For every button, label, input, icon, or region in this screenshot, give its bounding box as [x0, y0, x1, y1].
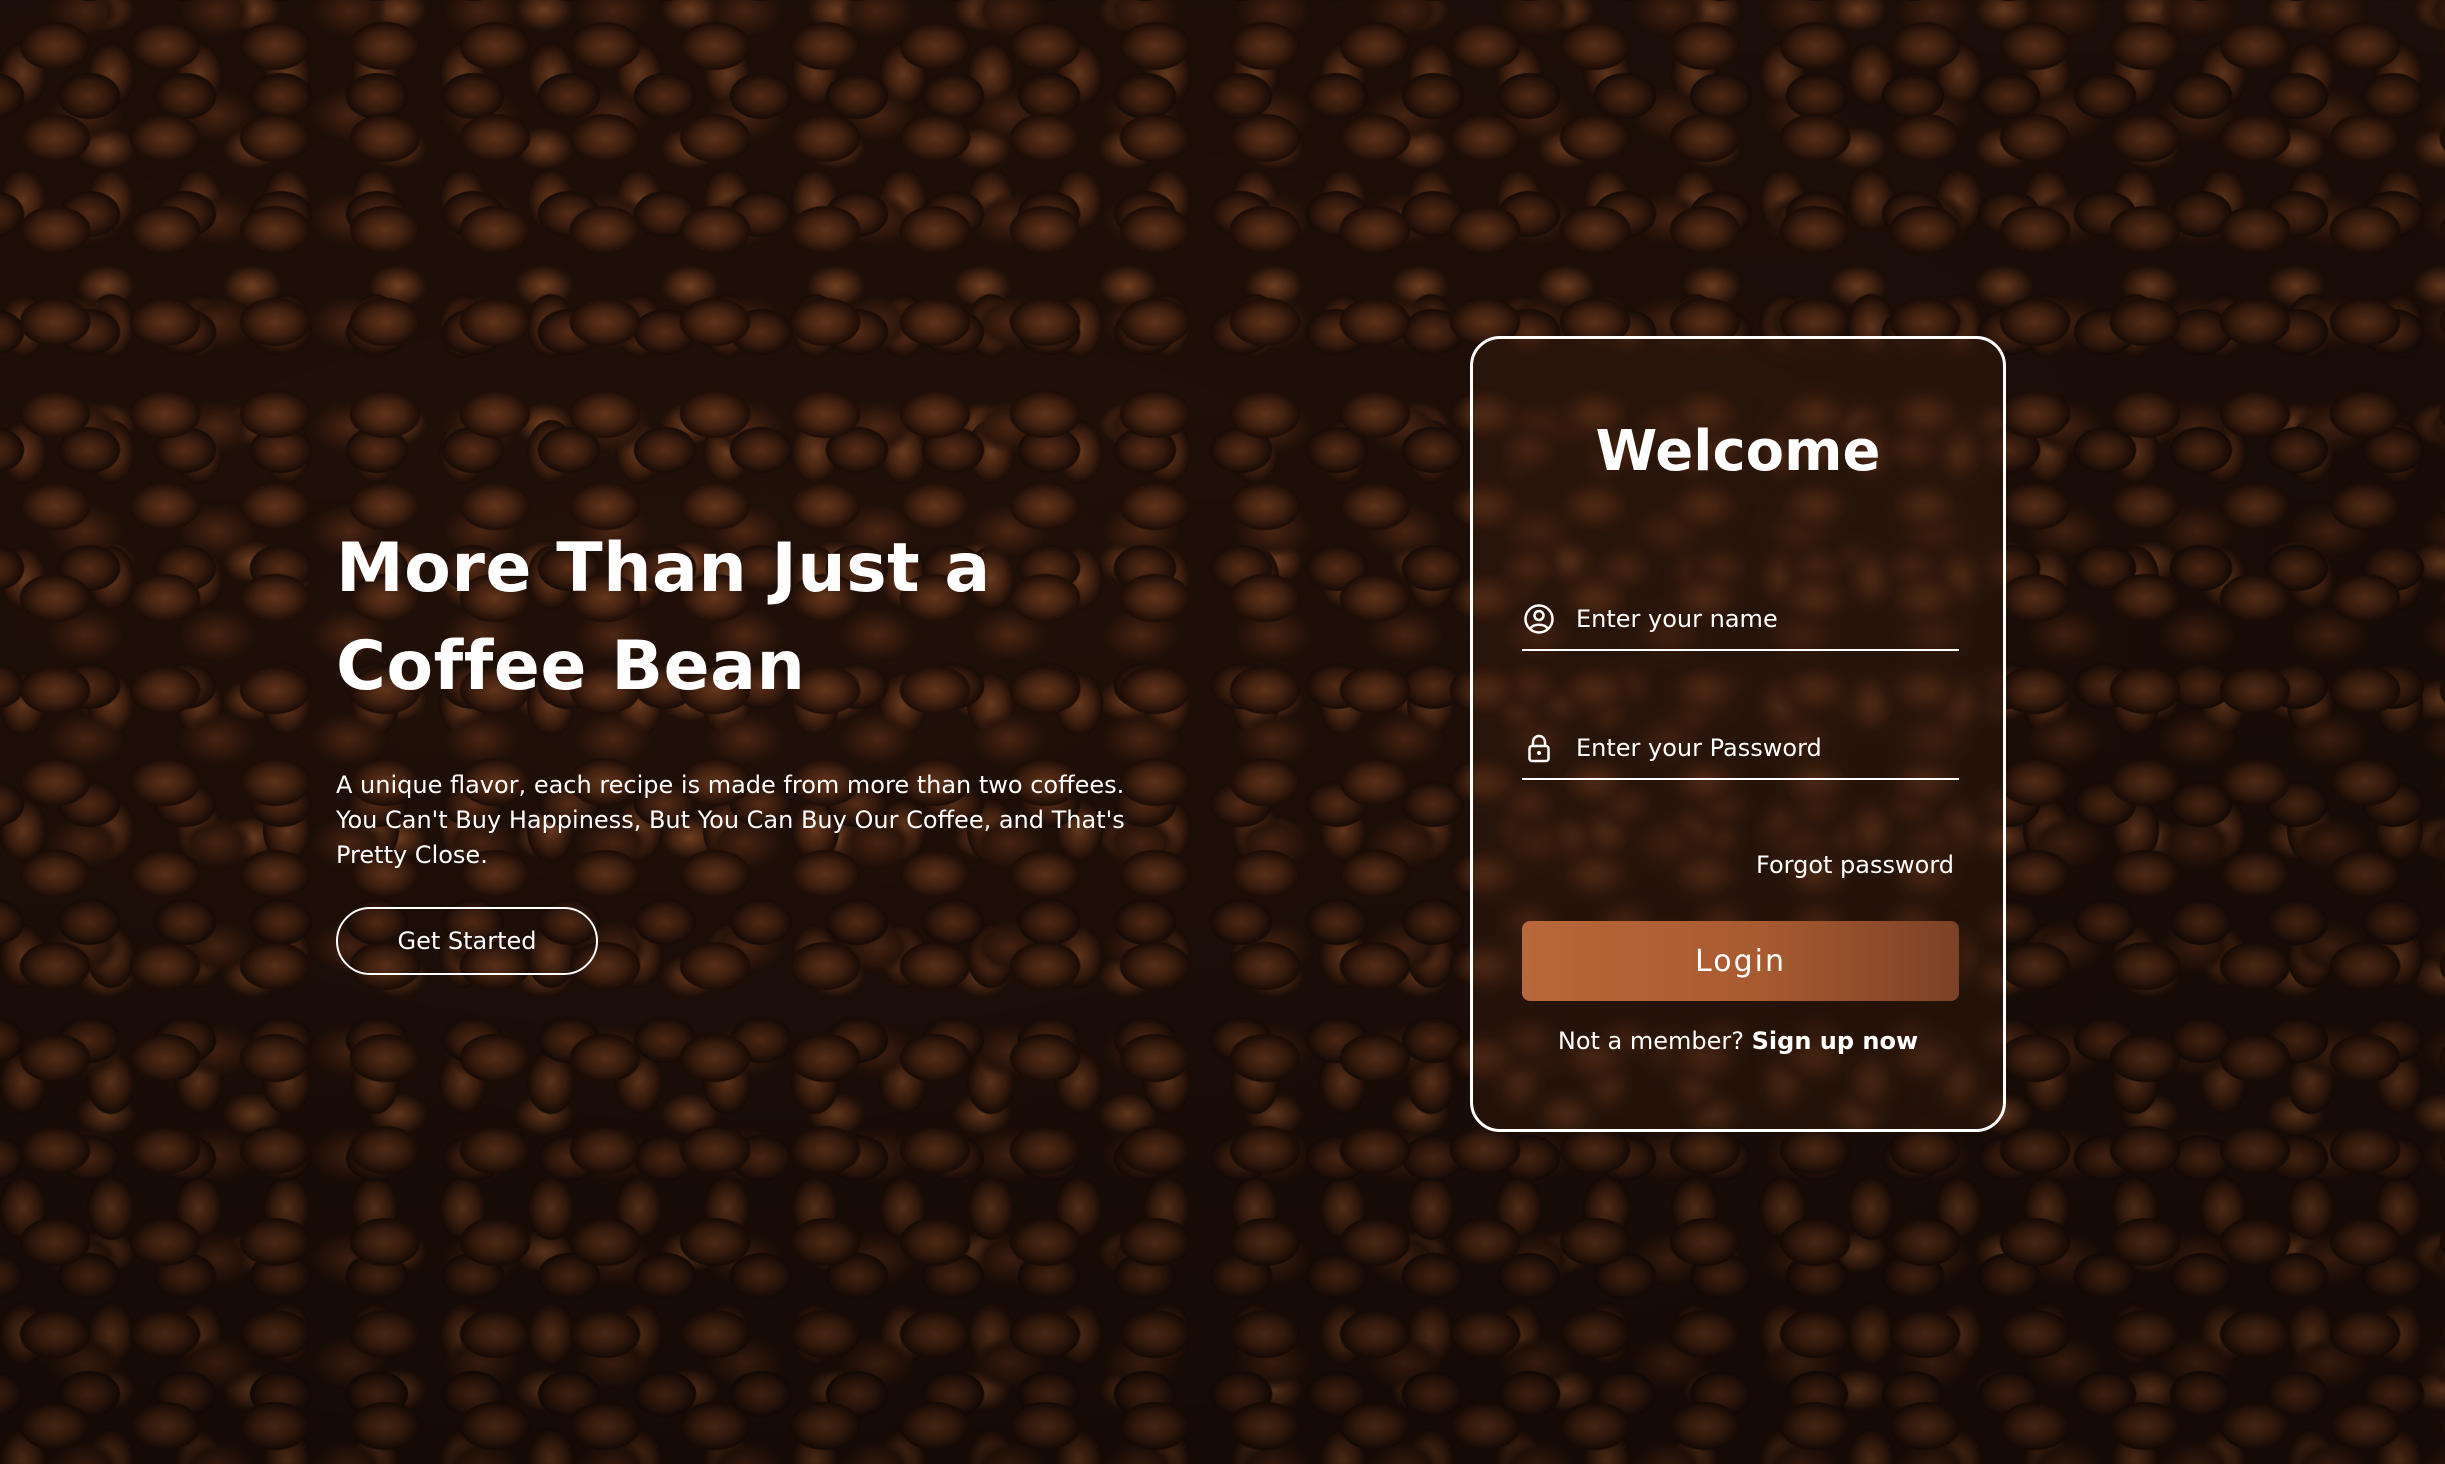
hero-title: More Than Just a Coffee Bean: [336, 520, 1156, 716]
lock-icon: [1522, 731, 1556, 765]
get-started-button[interactable]: Get Started: [336, 907, 598, 975]
login-title: Welcome: [1595, 419, 1881, 484]
name-input[interactable]: [1576, 605, 1959, 633]
user-circle-icon: [1522, 602, 1556, 636]
forgot-password-link[interactable]: Forgot password: [1756, 851, 1954, 879]
login-card: Welcome Forgot password Login Not a memb…: [1470, 336, 2006, 1132]
hero-description: A unique flavor, each recipe is made fro…: [336, 771, 1125, 869]
signup-link[interactable]: Sign up now: [1752, 1027, 1919, 1055]
password-field: [1522, 718, 1959, 780]
signup-line: Not a member? Sign up now: [1473, 1027, 2003, 1055]
hero-section: More Than Just a Coffee Bean A unique fl…: [336, 520, 1156, 975]
password-input[interactable]: [1576, 734, 1959, 762]
signup-prompt: Not a member?: [1557, 1027, 1744, 1055]
hero-title-line-1: More Than Just a: [336, 529, 991, 608]
login-button[interactable]: Login: [1522, 921, 1959, 1001]
name-field: [1522, 589, 1959, 651]
hero-title-line-2: Coffee Bean: [336, 627, 806, 706]
